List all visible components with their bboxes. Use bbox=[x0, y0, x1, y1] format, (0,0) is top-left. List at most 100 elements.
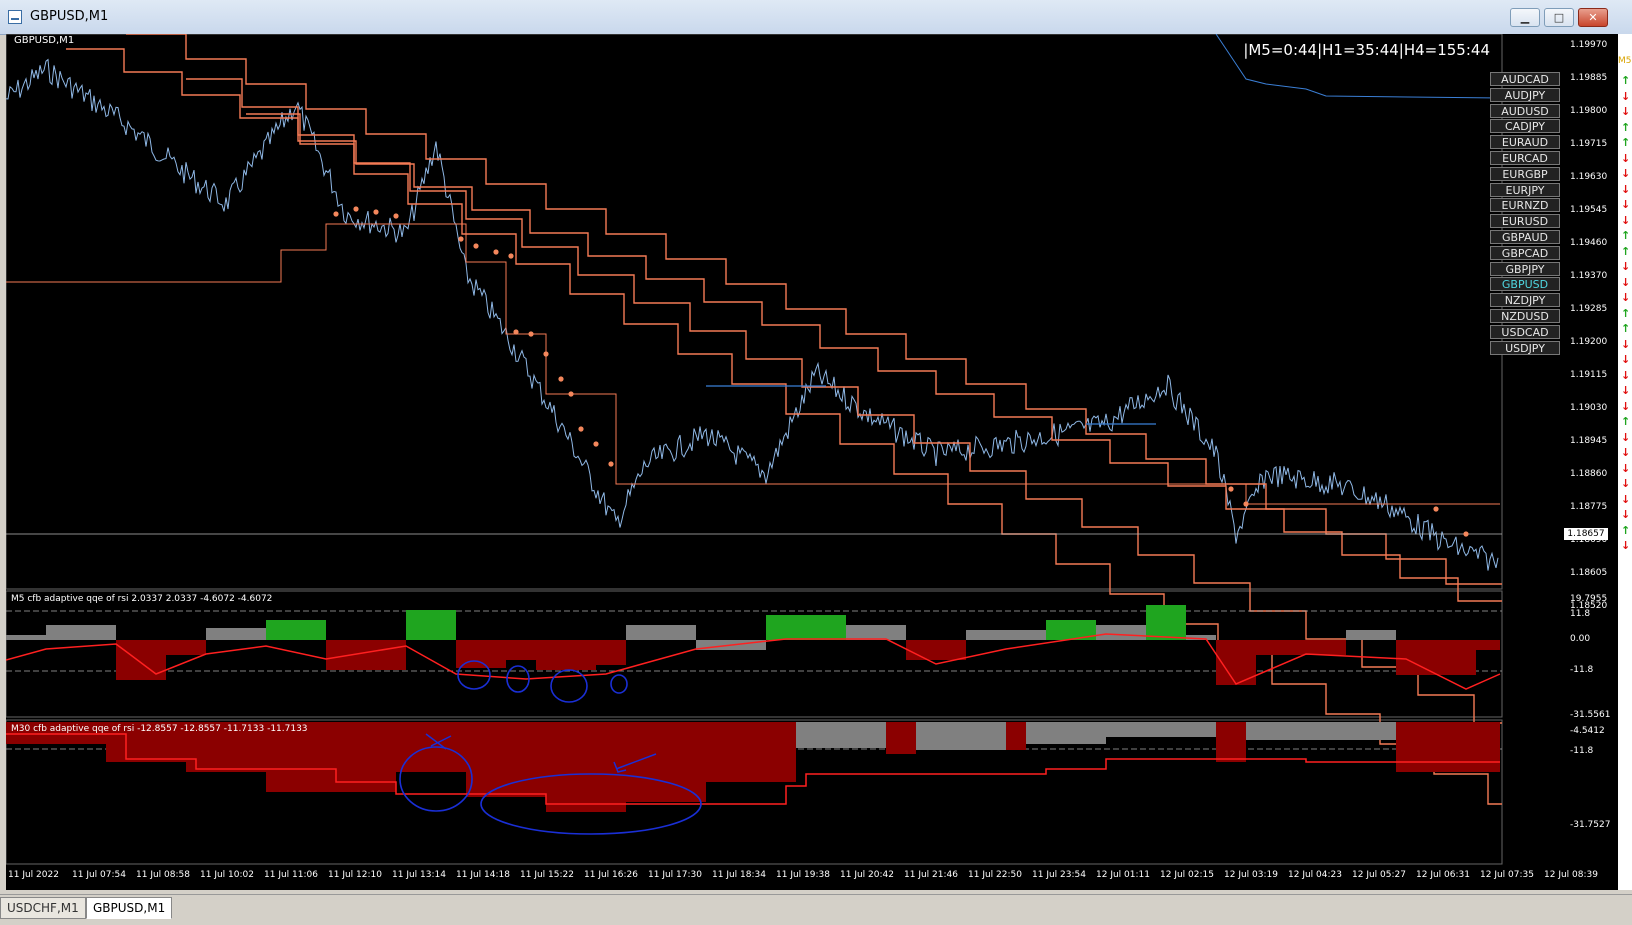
up-arrow-icon: ↑ bbox=[1621, 229, 1631, 242]
signal-dot bbox=[373, 209, 379, 215]
signal-dot bbox=[1228, 486, 1234, 492]
symbol-button-eurjpy[interactable]: EURJPY bbox=[1490, 182, 1560, 197]
down-arrow-icon: ↓ bbox=[1621, 492, 1631, 506]
m5-histogram-bar bbox=[6, 635, 46, 640]
level-line-2 bbox=[66, 48, 1502, 602]
m5-axis-label: 19.7955 bbox=[1570, 594, 1608, 604]
minimize-button[interactable]: ▁ bbox=[1510, 8, 1540, 27]
time-axis-label: 11 Jul 2022 bbox=[8, 870, 59, 880]
chart-tab-bar: USDCHF,M1 GBPUSD,M1 bbox=[0, 894, 1632, 925]
time-axis-label: 11 Jul 07:54 bbox=[72, 870, 126, 880]
down-arrow-icon: ↓ bbox=[1621, 105, 1631, 118]
symbol-button-usdcad[interactable]: USDCAD bbox=[1490, 324, 1560, 339]
price-axis-label: 1.19115 bbox=[1570, 370, 1608, 380]
symbol-button-nzdusd[interactable]: NZDUSD bbox=[1490, 309, 1560, 323]
up-arrow-icon: ↑ bbox=[1621, 306, 1631, 320]
hand-drawn-circle bbox=[610, 674, 628, 694]
tab-gbpusd[interactable]: GBPUSD,M1 bbox=[86, 897, 173, 919]
close-button[interactable]: ✕ bbox=[1578, 8, 1608, 27]
m5-histogram-bar bbox=[966, 630, 1046, 640]
up-arrow-icon: ↑ bbox=[1621, 74, 1631, 87]
arrow-strip-label: M5 bbox=[1618, 56, 1632, 66]
symbol-button-euraud[interactable]: EURAUD bbox=[1490, 135, 1560, 150]
symbol-button-audjpy[interactable]: AUDJPY bbox=[1490, 87, 1560, 102]
symbol-button-gbpjpy[interactable]: GBPJPY bbox=[1490, 261, 1560, 276]
symbol-button-audusd[interactable]: AUDUSD bbox=[1490, 103, 1560, 118]
main-panel-border bbox=[6, 34, 1503, 590]
m5-histogram-bar bbox=[506, 640, 536, 660]
m5-indicator-label: M5 cfb adaptive qqe of rsi 2.0337 2.0337… bbox=[11, 594, 273, 604]
price-axis-label: 1.19970 bbox=[1570, 40, 1608, 50]
m30-histogram-bar bbox=[1026, 722, 1106, 744]
up-arrow-icon: ↑ bbox=[1621, 120, 1631, 134]
down-arrow-icon: ↓ bbox=[1621, 539, 1631, 552]
time-axis-label: 11 Jul 14:18 bbox=[456, 870, 510, 880]
maximize-button[interactable]: □ bbox=[1544, 8, 1574, 27]
m30-axis-label: -11.8 bbox=[1570, 746, 1594, 756]
time-axis-label: 11 Jul 22:50 bbox=[968, 870, 1022, 880]
m5-axis-label: -31.5561 bbox=[1570, 710, 1611, 720]
m30-histogram-bar bbox=[626, 722, 706, 802]
m5-axis-label: -11.8 bbox=[1570, 665, 1594, 675]
time-axis-label: 11 Jul 08:58 bbox=[136, 870, 190, 880]
signal-dot bbox=[333, 211, 339, 217]
down-arrow-icon: ↓ bbox=[1621, 399, 1631, 413]
m5-axis-label: 11.8 bbox=[1570, 609, 1591, 619]
symbol-button-gbpusd[interactable]: GBPUSD bbox=[1490, 277, 1560, 292]
candle-timer: |M5=0:44|H1=35:44|H4=155:44 bbox=[1243, 41, 1490, 59]
m5-histogram-bar bbox=[1146, 605, 1186, 640]
price-axis-label: 1.18775 bbox=[1570, 502, 1608, 512]
window-titlebar: GBPUSD,M1 ▁ □ ✕ bbox=[0, 0, 1632, 35]
down-arrow-icon: ↓ bbox=[1621, 508, 1631, 521]
m5-histogram-bar bbox=[266, 620, 326, 640]
m30-axis-label: -4.5412 bbox=[1570, 726, 1605, 736]
down-arrow-icon: ↓ bbox=[1621, 182, 1631, 196]
time-axis-label: 12 Jul 05:27 bbox=[1352, 870, 1406, 880]
symbol-button-cadjpy[interactable]: CADJPY bbox=[1490, 119, 1560, 134]
m5-histogram-bar bbox=[166, 640, 206, 655]
m5-histogram-bar bbox=[906, 640, 966, 660]
m5-histogram-bar bbox=[326, 640, 406, 670]
m5-histogram-bar bbox=[1096, 625, 1146, 640]
chart-window-icon bbox=[8, 10, 22, 24]
current-price-tag: 1.18657 bbox=[1564, 528, 1608, 540]
symbol-button-usdjpy[interactable]: USDJPY bbox=[1490, 340, 1560, 355]
m5-histogram-bar bbox=[46, 625, 116, 640]
signal-dot bbox=[1463, 531, 1469, 537]
chart-area[interactable]: GBPUSD,M1 |M5=0:44|H1=35:44|H4=155:44 AU… bbox=[6, 34, 1618, 890]
symbol-button-audcad[interactable]: AUDCAD bbox=[1490, 72, 1560, 86]
m30-histogram-bar bbox=[546, 722, 626, 812]
m30-histogram-bar bbox=[1216, 722, 1246, 762]
down-arrow-icon: ↓ bbox=[1621, 384, 1631, 397]
price-axis-label: 1.19285 bbox=[1570, 304, 1608, 314]
signal-dot bbox=[568, 391, 574, 397]
symbol-button-eurnzd[interactable]: EURNZD bbox=[1490, 198, 1560, 213]
signal-dot bbox=[458, 236, 464, 242]
m5-histogram-bar bbox=[206, 628, 266, 640]
symbol-button-gbpaud[interactable]: GBPAUD bbox=[1490, 230, 1560, 244]
price-axis-label: 1.18605 bbox=[1570, 568, 1608, 578]
trail-line bbox=[6, 223, 1500, 505]
symbol-button-eurcad[interactable]: EURCAD bbox=[1490, 151, 1560, 165]
down-arrow-icon: ↓ bbox=[1621, 446, 1631, 459]
time-axis-label: 11 Jul 11:06 bbox=[264, 870, 318, 880]
signal-dot bbox=[528, 331, 534, 337]
price-axis-label: 1.19800 bbox=[1570, 106, 1608, 116]
price-axis-label: 1.18945 bbox=[1570, 436, 1608, 446]
signal-dot bbox=[558, 376, 564, 382]
price-axis-label: 1.19460 bbox=[1570, 238, 1608, 248]
down-arrow-icon: ↓ bbox=[1621, 260, 1631, 273]
up-arrow-icon: ↑ bbox=[1621, 244, 1631, 258]
time-axis-label: 11 Jul 21:46 bbox=[904, 870, 958, 880]
m30-histogram-bar bbox=[1246, 722, 1396, 740]
m30-histogram-bar bbox=[886, 722, 916, 754]
symbol-button-gbpcad[interactable]: GBPCAD bbox=[1490, 245, 1560, 260]
m5-histogram-bar bbox=[536, 640, 596, 670]
signal-arrow-strip: M5 ↑ ↓ ↓ ↑ ↑ ↓ ↓ ↓ ↓ ↓ ↑ ↑ ↓ ↓ ↓ ↑ ↑ ↓ ↓ ↓ ↓ ↓ ↑ ↓ ↓ ↓ ↓ ↓ ↓ ↑ ↓ bbox=[1618, 34, 1632, 890]
symbol-button-nzdjpy[interactable]: NZDJPY bbox=[1490, 293, 1560, 308]
down-arrow-icon: ↓ bbox=[1621, 477, 1631, 490]
symbol-button-eurusd[interactable]: EURUSD bbox=[1490, 214, 1560, 229]
symbol-button-eurgbp[interactable]: EURGBP bbox=[1490, 166, 1560, 181]
tab-usdchf[interactable]: USDCHF,M1 bbox=[0, 897, 86, 919]
signal-dot bbox=[473, 243, 479, 249]
